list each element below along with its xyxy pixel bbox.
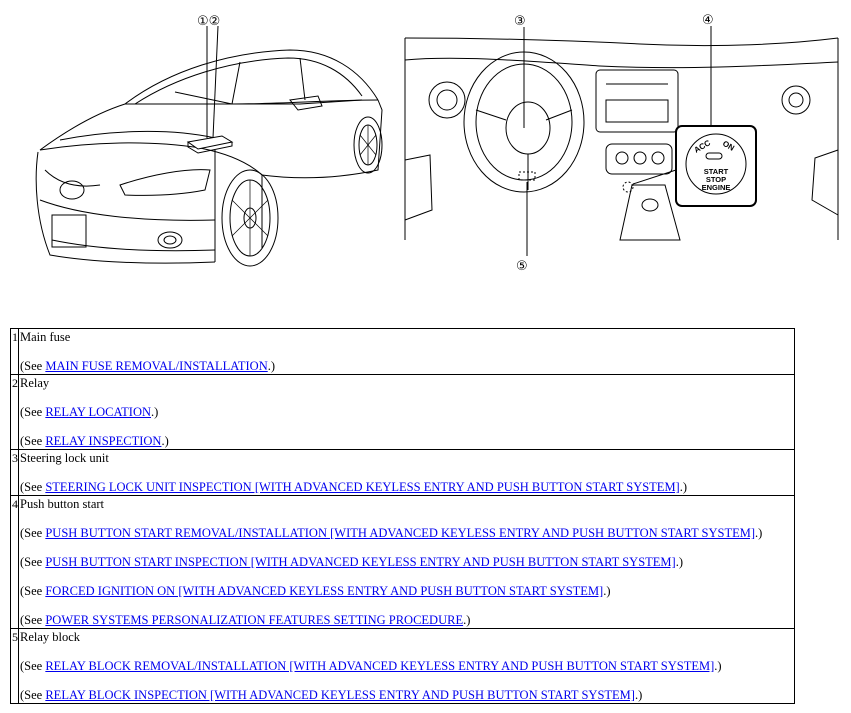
- reference-link[interactable]: RELAY LOCATION: [45, 405, 151, 419]
- ref-suffix: .): [603, 584, 611, 598]
- ref-prefix: (See: [20, 555, 46, 569]
- reference-line: (See MAIN FUSE REMOVAL/INSTALLATION.): [20, 359, 794, 374]
- cockpit-illustration: [404, 26, 839, 256]
- reference-line: (See PUSH BUTTON START INSPECTION [WITH …: [20, 555, 794, 570]
- reference-line: (See FORCED IGNITION ON [WITH ADVANCED K…: [20, 584, 794, 599]
- ref-suffix: .): [634, 688, 643, 702]
- item-number: 2: [10, 374, 19, 450]
- item-name: Steering lock unit: [20, 451, 109, 465]
- ref-suffix: .): [679, 480, 688, 494]
- ref-suffix: .): [151, 405, 159, 419]
- ref-prefix: (See: [20, 613, 46, 627]
- item-number: 3: [10, 449, 19, 496]
- reference-line: (See RELAY LOCATION.): [20, 405, 794, 420]
- ref-prefix: (See: [20, 480, 46, 494]
- switch-label-engine: ENGINE: [702, 183, 731, 192]
- ref-suffix: .): [267, 359, 276, 373]
- reference-line: (See RELAY BLOCK REMOVAL/INSTALLATION [W…: [20, 659, 794, 674]
- reference-link[interactable]: STEERING LOCK UNIT INSPECTION [WITH ADVA…: [45, 480, 679, 494]
- item-cell: Main fuse (See MAIN FUSE REMOVAL/INSTALL…: [18, 328, 795, 375]
- reference-line: (See POWER SYSTEMS PERSONALIZATION FEATU…: [20, 613, 794, 628]
- ref-suffix: .): [161, 434, 169, 448]
- item-cell: Steering lock unit (See STEERING LOCK UN…: [18, 449, 795, 496]
- table-row: 4 Push button start (See PUSH BUTTON STA…: [10, 495, 795, 629]
- ref-prefix: (See: [20, 659, 46, 673]
- item-cell: Relay block (See RELAY BLOCK REMOVAL/INS…: [18, 628, 795, 704]
- item-name: Push button start: [20, 497, 105, 511]
- ref-prefix: (See: [20, 434, 46, 448]
- ref-suffix: .): [714, 659, 722, 673]
- component-location-figure: ①② ③ ④ ⑤ ACC ON START STOP ENGINE: [35, 13, 839, 274]
- reference-link[interactable]: RELAY BLOCK REMOVAL/INSTALLATION [WITH A…: [45, 659, 714, 673]
- table-row: 1 Main fuse (See MAIN FUSE REMOVAL/INSTA…: [10, 328, 795, 375]
- reference-line: (See RELAY INSPECTION.): [20, 434, 794, 449]
- ref-prefix: (See: [20, 405, 46, 419]
- reference-link[interactable]: RELAY INSPECTION: [45, 434, 161, 448]
- table-row: 3 Steering lock unit (See STEERING LOCK …: [10, 449, 795, 496]
- callout-3: ③: [514, 14, 526, 29]
- callout-4: ④: [702, 13, 714, 28]
- reference-line: (See STEERING LOCK UNIT INSPECTION [WITH…: [20, 480, 794, 495]
- ref-prefix: (See: [20, 584, 46, 598]
- reference-link[interactable]: PUSH BUTTON START INSPECTION [WITH ADVAN…: [45, 555, 675, 569]
- item-number: 5: [10, 628, 19, 704]
- reference-link[interactable]: RELAY BLOCK INSPECTION [WITH ADVANCED KE…: [45, 688, 635, 702]
- table-row: 5 Relay block (See RELAY BLOCK REMOVAL/I…: [10, 628, 795, 704]
- callout-5: ⑤: [516, 259, 528, 274]
- reference-link[interactable]: PUSH BUTTON START REMOVAL/INSTALLATION […: [45, 526, 755, 540]
- reference-line: (See PUSH BUTTON START REMOVAL/INSTALLAT…: [20, 526, 794, 541]
- reference-link[interactable]: FORCED IGNITION ON [WITH ADVANCED KEYLES…: [45, 584, 603, 598]
- component-table: 1 Main fuse (See MAIN FUSE REMOVAL/INSTA…: [10, 328, 795, 704]
- ref-suffix: .): [675, 555, 683, 569]
- reference-link[interactable]: MAIN FUSE REMOVAL/INSTALLATION: [45, 359, 267, 373]
- table-row: 2 Relay (See RELAY LOCATION.) (See RELAY…: [10, 374, 795, 450]
- item-name: Relay block: [20, 630, 81, 644]
- car-illustration: [35, 25, 383, 267]
- reference-line: (See RELAY BLOCK INSPECTION [WITH ADVANC…: [20, 688, 794, 703]
- ref-prefix: (See: [20, 359, 46, 373]
- callout-1-2: ①②: [197, 14, 220, 29]
- item-name: Main fuse: [20, 330, 71, 344]
- reference-link[interactable]: POWER SYSTEMS PERSONALIZATION FEATURES S…: [45, 613, 463, 627]
- item-name: Relay: [20, 376, 50, 390]
- ref-prefix: (See: [20, 688, 46, 702]
- item-cell: Push button start (See PUSH BUTTON START…: [18, 495, 795, 629]
- item-number: 1: [10, 328, 19, 375]
- ref-suffix: .): [463, 613, 471, 627]
- item-cell: Relay (See RELAY LOCATION.) (See RELAY I…: [18, 374, 795, 450]
- ref-prefix: (See: [20, 526, 46, 540]
- ref-suffix: .): [755, 526, 763, 540]
- item-number: 4: [10, 495, 19, 629]
